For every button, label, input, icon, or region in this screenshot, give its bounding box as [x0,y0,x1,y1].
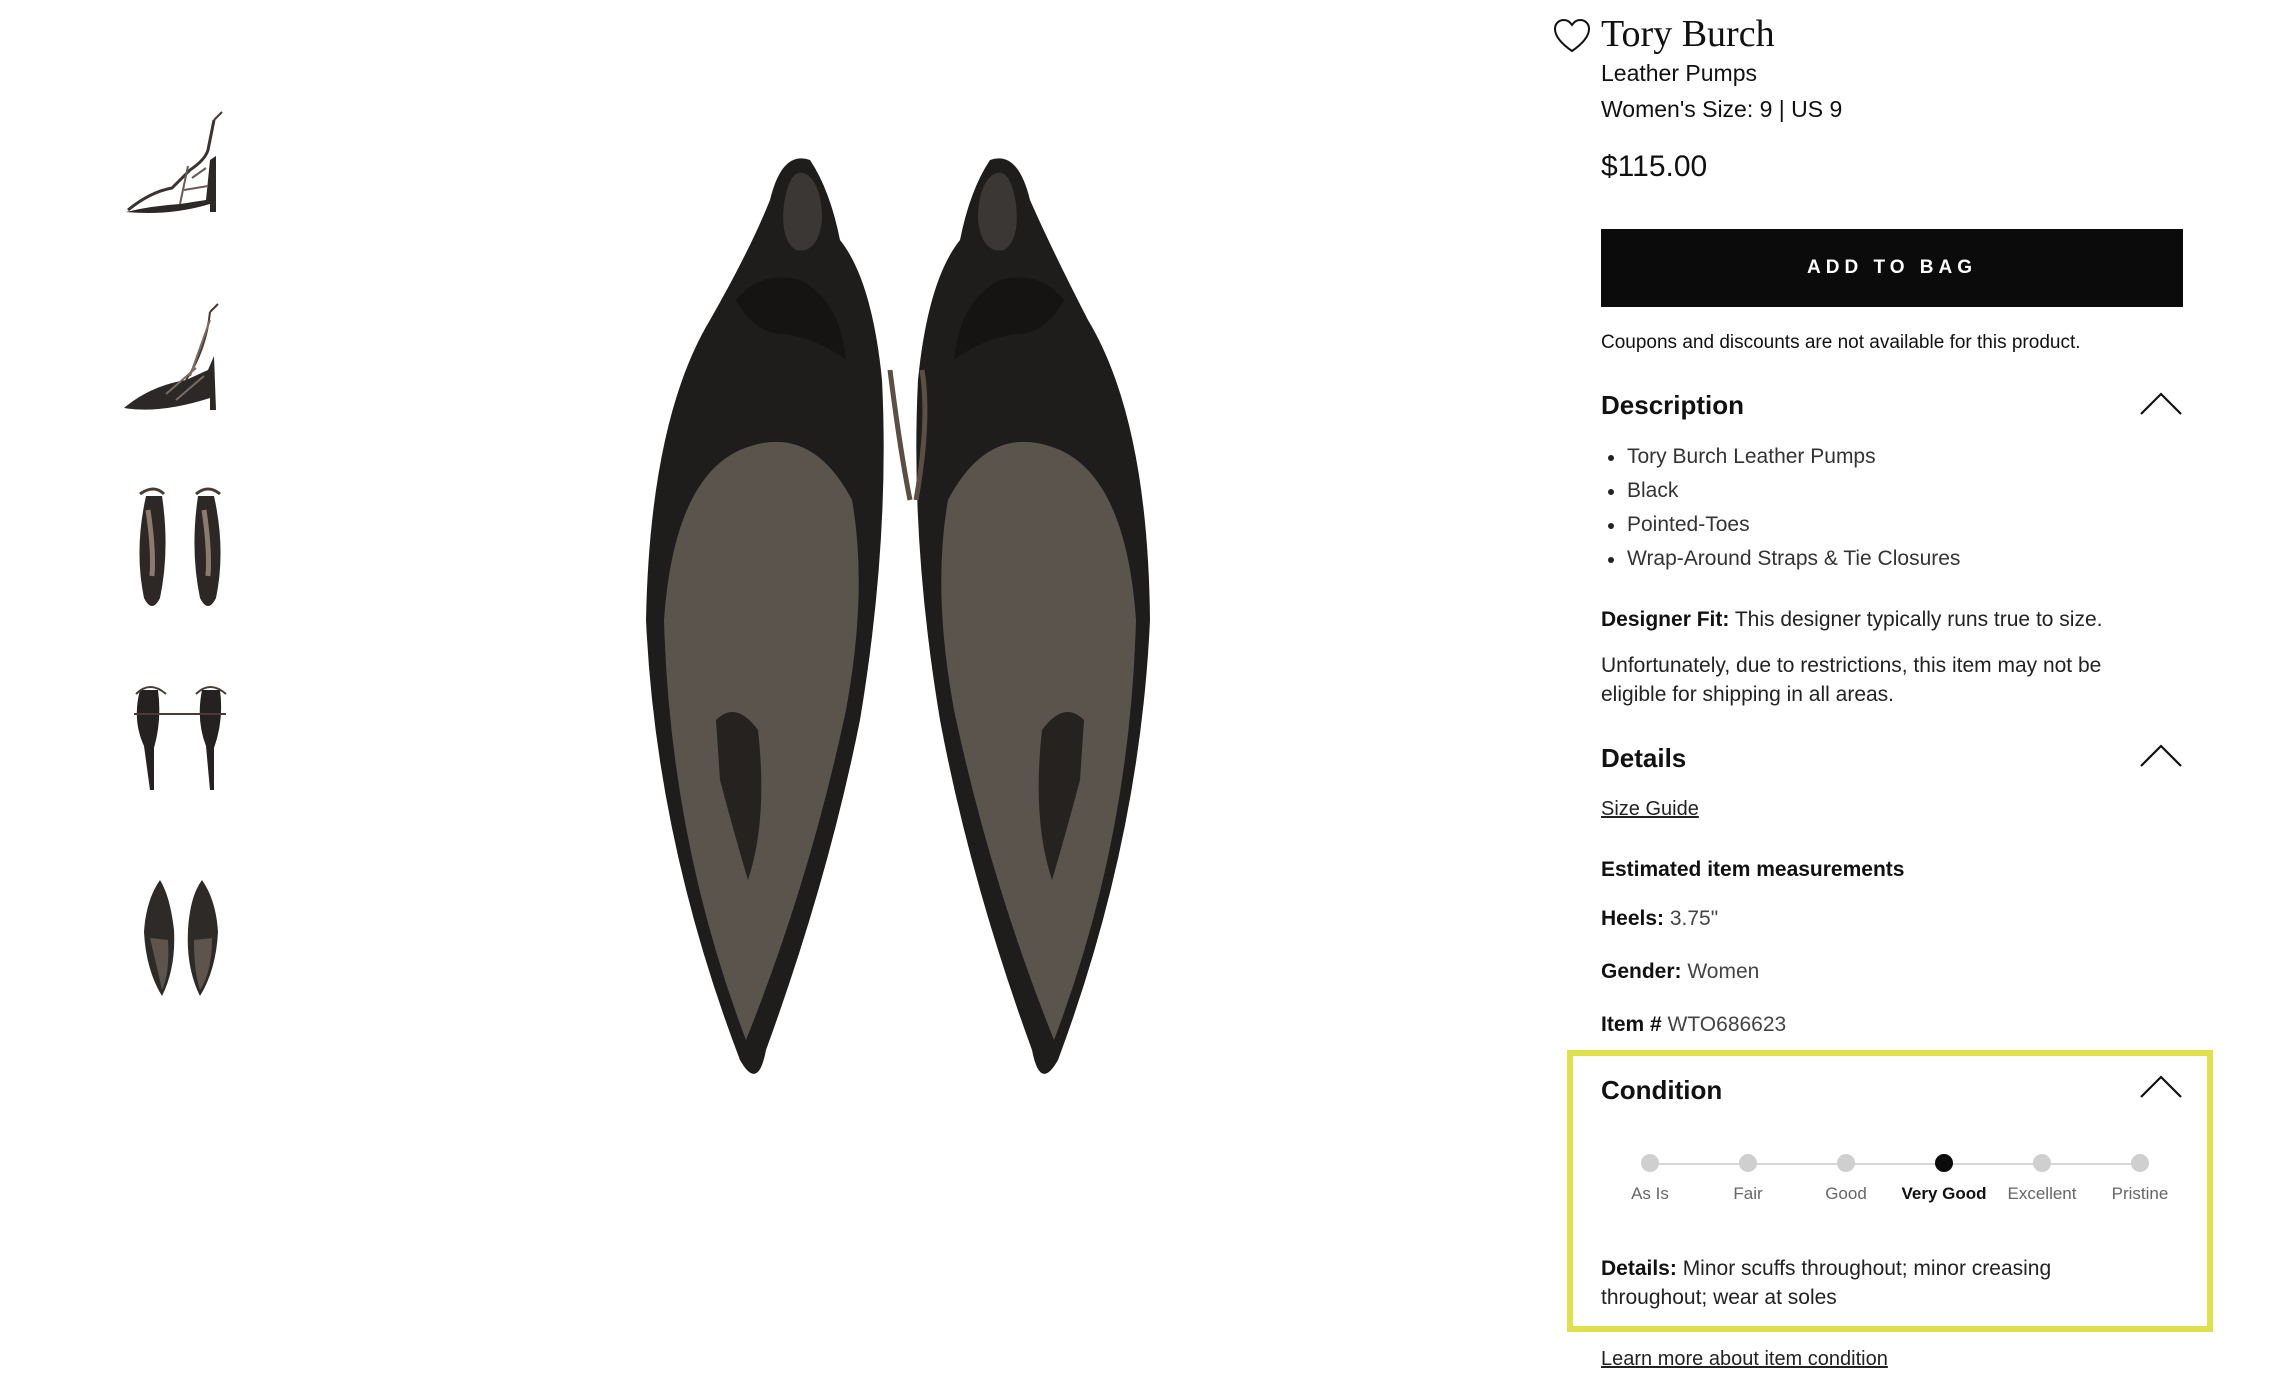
brand-name[interactable]: Tory Burch [1601,12,1775,56]
thumbnail-2[interactable] [110,290,250,440]
item-number-row: Item # WTO686623 [1601,1013,1786,1037]
designer-fit-label: Designer Fit: [1601,608,1730,631]
thumbnail-1[interactable] [110,100,250,250]
condition-step-fair: Fair [1698,1150,1798,1204]
favorite-heart-icon[interactable] [1553,18,1591,54]
description-heading[interactable]: Description [1601,390,1744,421]
condition-step-label: As Is [1631,1184,1669,1203]
heels-measurement: Heels: 3.75" [1601,907,1718,931]
thumbnail-5[interactable] [110,860,250,1010]
product-price: $115.00 [1601,150,1708,183]
condition-step-excellent: Excellent [1992,1150,2092,1204]
size-guide-link[interactable]: Size Guide [1601,798,1699,821]
condition-dot [2033,1154,2051,1172]
designer-fit: Designer Fit: This designer typically ru… [1601,608,2102,632]
condition-dot [1641,1154,1659,1172]
description-list: Tory Burch Leather Pumps Black Pointed-T… [1601,440,1960,576]
thumbnail-4[interactable] [110,670,250,820]
condition-step-pristine: Pristine [2090,1150,2190,1204]
condition-dot [2131,1154,2149,1172]
item-number-value: WTO686623 [1661,1013,1787,1036]
item-number-label: Item # [1601,1013,1662,1036]
details-collapse-chevron-icon[interactable] [2139,742,2183,768]
description-collapse-chevron-icon[interactable] [2139,390,2183,416]
add-to-bag-button[interactable]: ADD TO BAG [1601,229,2183,307]
shipping-note: Unfortunately, due to restrictions, this… [1601,654,2102,706]
designer-fit-text: This designer typically runs true to siz… [1729,608,2103,631]
gender-value: Women [1681,960,1760,983]
product-size: Women's Size: 9 | US 9 [1601,96,1843,122]
thumbnail-3[interactable] [110,480,250,630]
description-item: Pointed-Toes [1601,508,1960,542]
condition-step-very-good: Very Good [1894,1150,1994,1204]
heels-value: 3.75" [1664,907,1719,930]
description-item: Black [1601,474,1960,508]
description-item: Wrap-Around Straps & Tie Closures [1601,542,1960,576]
condition-step-label: Good [1825,1184,1867,1203]
condition-scale: As Is Fair Good Very Good Excellent Pris… [1600,1150,2190,1210]
condition-step-as-is: As Is [1600,1150,1700,1204]
main-product-image [560,120,1280,1100]
gender-row: Gender: Women [1601,960,1759,984]
condition-step-good: Good [1796,1150,1896,1204]
product-name: Leather Pumps [1601,60,1757,86]
condition-dot-selected [1935,1154,1953,1172]
condition-step-label: Very Good [1901,1184,1987,1203]
heels-label: Heels: [1601,907,1665,930]
description-item: Tory Burch Leather Pumps [1601,440,1960,474]
gender-label: Gender: [1601,960,1682,983]
condition-step-label: Excellent [2007,1184,2077,1203]
condition-dot [1739,1154,1757,1172]
details-heading[interactable]: Details [1601,743,1686,774]
learn-more-condition-link[interactable]: Learn more about item condition [1601,1348,1888,1371]
measurements-heading: Estimated item measurements [1601,858,1905,881]
condition-step-label: Fair [1733,1184,1763,1203]
condition-dot [1837,1154,1855,1172]
condition-step-label: Pristine [2111,1184,2169,1203]
coupon-note: Coupons and discounts are not available … [1601,332,2081,353]
